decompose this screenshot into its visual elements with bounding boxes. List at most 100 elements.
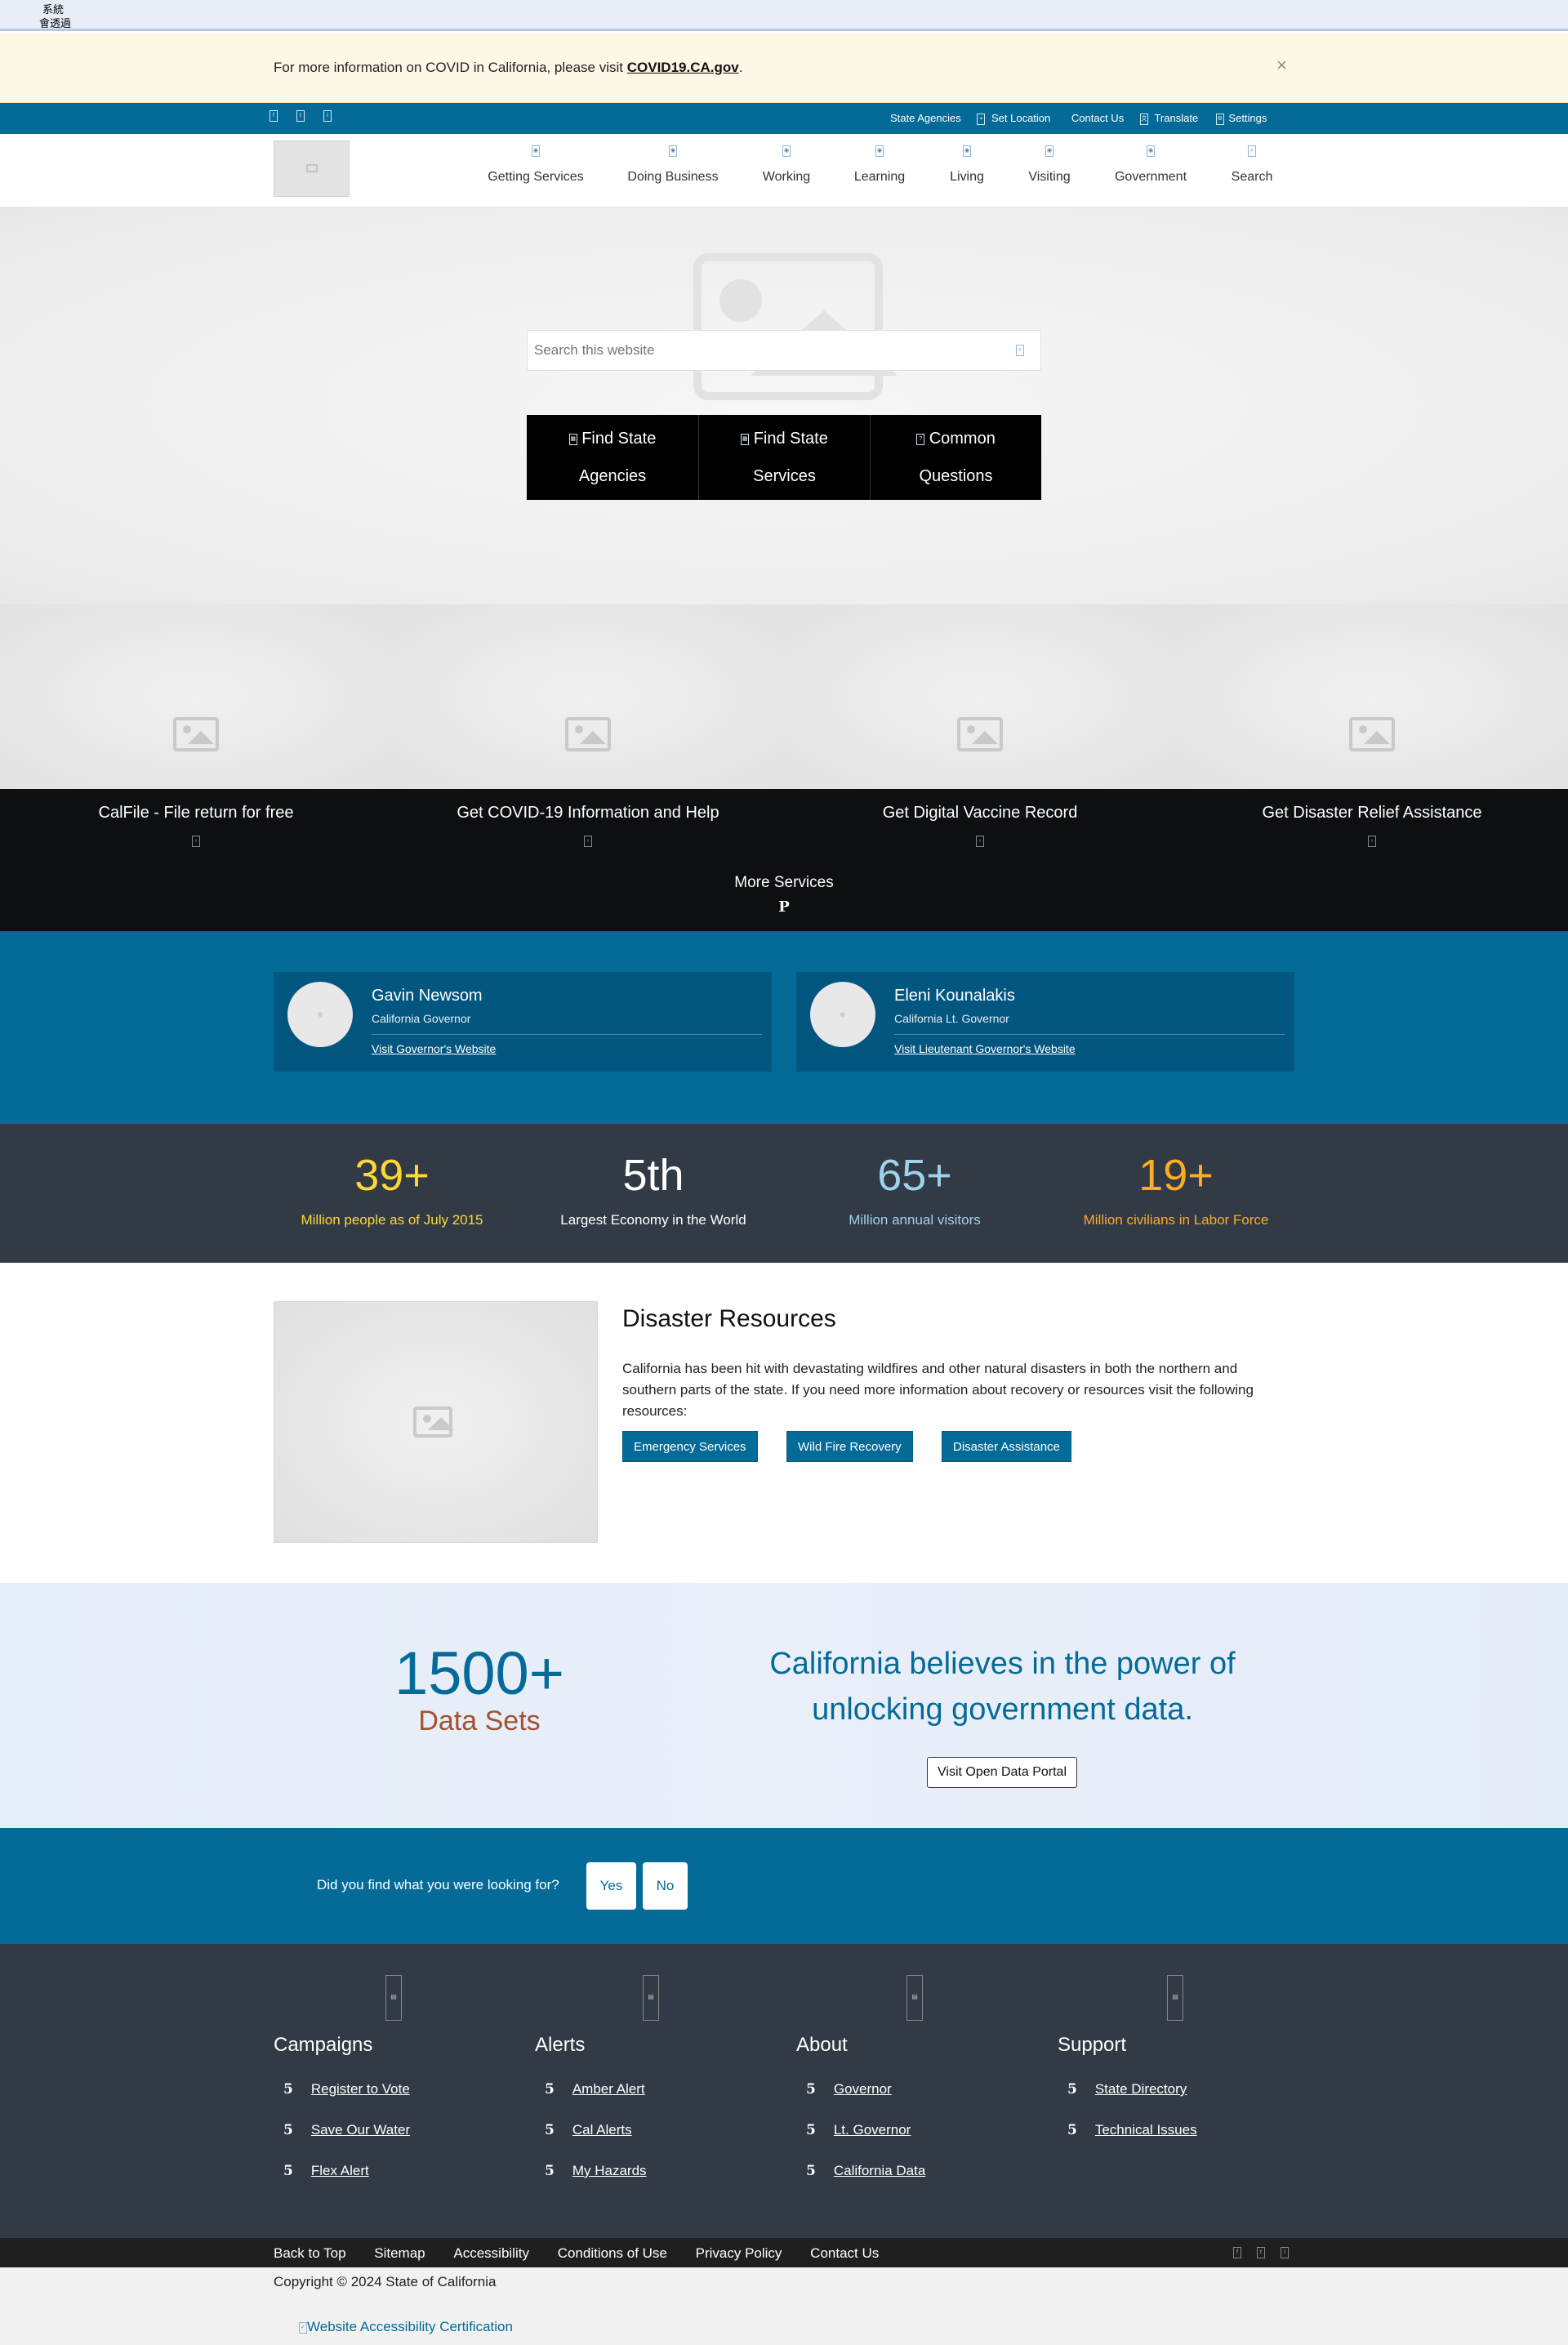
- nav-item-working[interactable]: ◉ Working: [737, 144, 835, 185]
- footer-link-item[interactable]: 5 California Data: [806, 2163, 925, 2179]
- sitemap-link[interactable]: Sitemap: [374, 2245, 425, 2261]
- stat-label: Million people as of July 2015: [301, 1212, 483, 1228]
- service-card[interactable]: CalFile - File return for free ›: [0, 604, 392, 931]
- stat-value: 65+: [877, 1151, 952, 1200]
- certification-link[interactable]: Website Accessibility Certification: [307, 2319, 513, 2334]
- footer-link-item[interactable]: 5 My Hazards: [545, 2163, 647, 2179]
- emergency-services-button[interactable]: Emergency Services: [622, 1431, 758, 1462]
- service-image: [0, 604, 392, 789]
- footer-link[interactable]: Register to Vote: [311, 2081, 410, 2097]
- more-services-icon: P: [778, 898, 790, 916]
- copyright-bar: Copyright © 2024 State of California ✓ We…: [0, 2267, 1568, 2345]
- back-to-top-link[interactable]: Back to Top: [274, 2245, 346, 2261]
- find-state-services-button[interactable]: ▦ Find State Services: [699, 415, 871, 500]
- social-icon-2[interactable]: t: [296, 110, 305, 122]
- social-icon-2[interactable]: t: [1257, 2247, 1265, 2258]
- official-website-link[interactable]: Visit Governor's Website: [372, 1042, 496, 1055]
- site-logo[interactable]: [274, 140, 350, 197]
- accessibility-certification[interactable]: ✓ Website Accessibility Certification: [299, 2319, 513, 2335]
- system-bar-line-2: 會透過: [39, 17, 72, 29]
- footer-column-title: Campaigns: [274, 2034, 373, 2056]
- nav-label: Getting Services: [488, 170, 584, 184]
- stat-value: 5th: [622, 1151, 684, 1200]
- footer-link-item[interactable]: 5 Cal Alerts: [545, 2122, 632, 2138]
- avatar: [287, 982, 353, 1047]
- service-card[interactable]: Get Disaster Relief Assistance ›: [1176, 604, 1568, 931]
- more-services-link[interactable]: More Services P: [621, 874, 947, 916]
- copyright-text: Copyright © 2024 State of California: [274, 2274, 497, 2289]
- stat-label: Million civilians in Labor Force: [1083, 1212, 1269, 1228]
- footer-link[interactable]: Flex Alert: [311, 2163, 369, 2178]
- utility-link-contact-us[interactable]: Contact Us: [1071, 112, 1124, 124]
- footer-link-item[interactable]: 5 Lt. Governor: [806, 2122, 911, 2138]
- service-title: Get Digital Vaccine Record: [882, 804, 1078, 822]
- nav-item-visiting[interactable]: ◉ Visiting: [1000, 144, 1098, 185]
- nav-item-getting-services[interactable]: ◉ Getting Services: [487, 144, 585, 185]
- footer-link[interactable]: Lt. Governor: [834, 2122, 911, 2138]
- wild-fire-recovery-button[interactable]: Wild Fire Recovery: [786, 1431, 913, 1462]
- privacy-policy-link[interactable]: Privacy Policy: [696, 2245, 782, 2261]
- common-questions-button[interactable]: ? Common Questions: [871, 415, 1041, 500]
- nav-item-search[interactable]: ⌕ Search: [1203, 144, 1301, 185]
- social-icon-1[interactable]: f: [270, 110, 278, 122]
- image-placeholder-icon: [565, 717, 611, 751]
- footer-link-item[interactable]: 5 Governor: [806, 2081, 892, 2098]
- footer-link-item[interactable]: 5 State Directory: [1067, 2081, 1187, 2098]
- bullet-icon: 5: [806, 2081, 816, 2098]
- nav-item-learning[interactable]: ◉ Learning: [831, 144, 929, 185]
- services-section: CalFile - File return for free › Get COV…: [0, 604, 1568, 931]
- footer-link[interactable]: Governor: [834, 2081, 892, 2097]
- close-icon[interactable]: ×: [1276, 55, 1287, 76]
- footer-link[interactable]: My Hazards: [572, 2163, 647, 2178]
- services-icon: ▦: [741, 433, 750, 445]
- accessibility-link[interactable]: Accessibility: [453, 2245, 529, 2261]
- button-line-2: Agencies: [578, 467, 647, 485]
- social-icon-1[interactable]: f: [1233, 2247, 1241, 2258]
- utility-link-translate[interactable]: Translate: [1154, 112, 1198, 124]
- footer-link-item[interactable]: 5 Save Our Water: [283, 2122, 410, 2138]
- open-data-portal-button[interactable]: Visit Open Data Portal: [927, 1757, 1078, 1788]
- data-heading-line-2: unlocking government data.: [812, 1692, 1193, 1727]
- footer-link[interactable]: California Data: [834, 2163, 925, 2178]
- footer-link[interactable]: State Directory: [1095, 2081, 1187, 2097]
- disaster-assistance-button[interactable]: Disaster Assistance: [942, 1431, 1071, 1462]
- nav-item-doing-business[interactable]: ◉ Doing Business: [624, 144, 722, 185]
- footer-link[interactable]: Cal Alerts: [572, 2122, 632, 2138]
- footer-link-item[interactable]: 5 Flex Alert: [283, 2163, 369, 2179]
- yes-button[interactable]: Yes: [586, 1862, 636, 1910]
- footer-link-item[interactable]: 5 Technical Issues: [1067, 2122, 1197, 2138]
- conditions-of-use-link[interactable]: Conditions of Use: [558, 2245, 667, 2261]
- utility-bar: f t i State Agencies ⌖ Set Location Cont…: [0, 103, 1568, 134]
- find-state-agencies-button[interactable]: ▦ Find State Agencies: [527, 415, 699, 500]
- footer: ▤ Campaigns 5 Register to Vote 5 Save Our …: [0, 1944, 1568, 2238]
- footer-link-item[interactable]: 5 Register to Vote: [283, 2081, 410, 2098]
- footer-link[interactable]: Technical Issues: [1095, 2122, 1197, 2138]
- footer-link[interactable]: Save Our Water: [311, 2122, 410, 2138]
- utility-link-settings[interactable]: Settings: [1228, 112, 1267, 124]
- social-icon-3[interactable]: i: [1281, 2247, 1289, 2258]
- contact-us-link[interactable]: Contact Us: [810, 2245, 879, 2261]
- utility-link-state-agencies[interactable]: State Agencies: [890, 112, 961, 124]
- search-icon[interactable]: ⌕: [1016, 345, 1024, 356]
- hero-section: ⌕ ▦ Find State Agencies ▦ Find State Ser…: [0, 207, 1568, 604]
- campaigns-icon: ▤: [385, 1975, 402, 2021]
- image-placeholder-icon: [173, 717, 219, 751]
- footer-link[interactable]: Amber Alert: [572, 2081, 645, 2097]
- footer-link-item[interactable]: 5 Amber Alert: [545, 2081, 645, 2098]
- about-icon: ▤: [906, 1975, 923, 2021]
- getting-services-icon: ◉: [532, 145, 540, 157]
- question-icon: ?: [916, 433, 925, 445]
- bullet-icon: 5: [283, 2122, 293, 2138]
- covid-alert-link[interactable]: COVID19.CA.gov: [627, 60, 739, 75]
- stats-section: 39+ Million people as of July 2015 5th L…: [0, 1124, 1568, 1263]
- utility-link-set-location[interactable]: Set Location: [991, 112, 1050, 124]
- search-input[interactable]: [532, 331, 990, 370]
- button-line-1: Common: [929, 430, 996, 448]
- covid-alert-suffix: .: [738, 60, 743, 75]
- official-website-link[interactable]: Visit Lieutenant Governor's Website: [894, 1042, 1076, 1055]
- nav-item-government[interactable]: ◉ Government: [1102, 144, 1200, 185]
- official-card: Eleni Kounalakis California Lt. Governor…: [796, 972, 1294, 1072]
- social-icon-3[interactable]: i: [323, 110, 332, 122]
- avatar: [810, 982, 875, 1047]
- no-button[interactable]: No: [643, 1862, 688, 1910]
